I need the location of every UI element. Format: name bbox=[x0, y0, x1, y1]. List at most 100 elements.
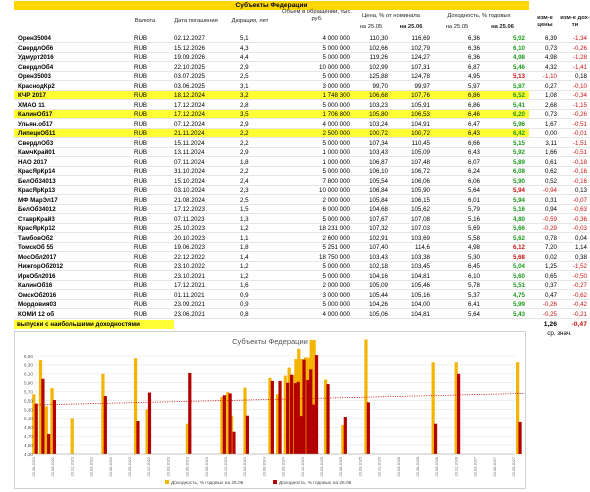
yield-may-cell: 6,45 bbox=[467, 263, 480, 270]
yield-jun-cell: 6,20 bbox=[512, 111, 525, 118]
header-currency: Валюта bbox=[134, 18, 156, 24]
volume-cell: 2 600 000 bbox=[322, 234, 350, 242]
price-jun-cell: 104,00 bbox=[411, 301, 430, 308]
average-box: 1,26 -0,47 ср. знач. bbox=[529, 320, 590, 338]
bond-name: СвердлОб3 bbox=[18, 139, 54, 147]
maturity-cell: 23.09.2021 bbox=[174, 301, 205, 308]
bond-name: Удмурт2016 bbox=[18, 54, 54, 61]
y-tick-label: 5,70 bbox=[24, 389, 33, 394]
change-row: 3,11 -1,51 bbox=[529, 139, 590, 148]
maturity-cell: 31.10.2024 bbox=[174, 168, 205, 175]
table-row: Орен35004 RUB 02.12.2027 5,1 4 000 000 110,30… bbox=[14, 34, 529, 44]
price-change-cell: -0,59 bbox=[542, 215, 557, 223]
bar-yield-jun bbox=[222, 395, 226, 454]
bar-yield-jun bbox=[228, 393, 232, 454]
yield-jun-cell: 5,43 bbox=[512, 310, 525, 318]
price-may-cell: 105,06 bbox=[369, 310, 388, 318]
x-tick-label: 23.06.2022 bbox=[108, 457, 113, 476]
duration-cell: 1,2 bbox=[240, 272, 249, 280]
price-change-cell: 0,73 bbox=[544, 111, 557, 118]
change-row: -0,26 -0,42 bbox=[529, 300, 590, 310]
price-change-cell: 0,02 bbox=[544, 253, 557, 261]
maturity-cell: 19.09.2026 bbox=[174, 54, 205, 61]
header-yield-d1: на 25.05 bbox=[445, 24, 469, 30]
yield-change-cell: -0,51 bbox=[572, 149, 587, 156]
table-row: МФ МарЭл17 RUB 21.08.2024 2,5 2 000 000 105,8… bbox=[14, 196, 529, 205]
table-row: МосОбл2017 RUB 22.12.2022 1,4 18 750 000 103,… bbox=[14, 253, 529, 262]
price-change-cell: 0,27 bbox=[544, 82, 557, 90]
price-may-cell: 106,68 bbox=[369, 92, 388, 99]
duration-cell: 2,9 bbox=[240, 120, 249, 128]
footer-legend-label: выпуски с наибольшими доходностями bbox=[14, 320, 174, 329]
yield-jun-cell: 5,99 bbox=[512, 301, 525, 308]
duration-cell: 1,3 bbox=[240, 215, 249, 223]
yield-change-cell: -0,42 bbox=[572, 301, 587, 308]
currency-cell: RUB bbox=[134, 168, 148, 175]
duration-cell: 3,2 bbox=[240, 92, 249, 99]
volume-cell: 18 231 000 bbox=[319, 225, 350, 232]
table-row: СтаврКрай3 RUB 07.11.2023 1,3 5 000 000 107,6… bbox=[14, 215, 529, 224]
header-chg-price: изм-е цены bbox=[537, 14, 553, 28]
bond-name: КОМИ 12 об bbox=[18, 310, 55, 318]
table-row: КраснодКр2 RUB 03.06.2025 3,1 3 000 000 99,70… bbox=[14, 82, 529, 91]
change-row: 1,67 -0,51 bbox=[529, 120, 590, 129]
bond-name: МФ МарЭл17 bbox=[18, 196, 58, 204]
table-row: КалинОб16 RUB 17.12.2021 1,6 2 000 000 105,09… bbox=[14, 281, 529, 291]
volume-cell: 18 750 000 bbox=[319, 253, 350, 261]
table-row: ИркОбл2016 RUB 23.10.2021 1,2 5 000 000 104,1… bbox=[14, 272, 529, 281]
volume-cell: 2 500 000 bbox=[322, 130, 350, 137]
volume-cell: 5 000 000 bbox=[322, 139, 350, 147]
price-jun-cell: 104,81 bbox=[411, 272, 430, 280]
volume-cell: 2 000 000 bbox=[322, 282, 350, 289]
price-change-cell: 1,25 bbox=[544, 263, 557, 270]
price-change-cell: 2,68 bbox=[544, 101, 557, 109]
yield-jun-cell: 5,96 bbox=[512, 120, 525, 128]
table-row: КОМИ 12 об RUB 23.06.2021 0,8 4 000 000 105,0… bbox=[14, 310, 529, 319]
y-tick-label: 4,70 bbox=[24, 434, 33, 439]
currency-cell: RUB bbox=[134, 301, 148, 308]
yield-change-cell: -0,21 bbox=[572, 310, 587, 318]
price-jun-cell: 104,81 bbox=[411, 310, 430, 318]
x-tick-label: 23.03.2025 bbox=[319, 457, 324, 476]
currency-cell: RUB bbox=[134, 263, 148, 270]
price-jun-cell: 105,46 bbox=[411, 282, 430, 289]
bond-name: СтаврКрай3 bbox=[18, 215, 55, 223]
price-may-cell: 105,84 bbox=[369, 196, 388, 204]
yield-jun-cell: 6,52 bbox=[512, 92, 525, 99]
duration-cell: 2,9 bbox=[240, 63, 249, 71]
maturity-cell: 07.11.2023 bbox=[174, 215, 205, 223]
price-may-cell: 103,43 bbox=[369, 149, 388, 156]
yield-jun-cell: 5,16 bbox=[512, 206, 525, 213]
price-may-cell: 105,44 bbox=[369, 291, 388, 299]
change-row: 7,20 1,14 bbox=[529, 243, 590, 253]
currency-cell: RUB bbox=[134, 225, 148, 232]
yield-jun-cell: 5,15 bbox=[512, 139, 525, 147]
yield-may-cell: 6,10 bbox=[467, 272, 480, 280]
price-change-cell: 3,11 bbox=[545, 139, 557, 147]
x-tick-label: 23.09.2025 bbox=[357, 457, 362, 476]
currency-cell: RUB bbox=[134, 139, 148, 147]
duration-cell: 1,4 bbox=[240, 253, 249, 261]
currency-cell: RUB bbox=[134, 149, 148, 156]
bar-yield-jun bbox=[286, 382, 290, 454]
x-tick-label: 23.12.2023 bbox=[223, 457, 228, 476]
x-tick-label: 23.06.2026 bbox=[415, 457, 420, 476]
bond-name: КалинОб16 bbox=[18, 282, 53, 289]
currency-cell: RUB bbox=[134, 73, 148, 80]
yield-may-cell: 5,64 bbox=[467, 187, 480, 194]
header-price: Цена, % от номинала bbox=[362, 12, 420, 19]
price-change-cell: -0,26 bbox=[542, 301, 557, 308]
yield-may-cell: 6,36 bbox=[467, 44, 480, 52]
bar-yield-jun bbox=[147, 392, 152, 454]
bar-yield-jun bbox=[457, 373, 461, 454]
duration-cell: 2,9 bbox=[240, 149, 249, 156]
table-row: ТамбовОб2 RUB 20.10.2023 1,1 2 600 000 102,91… bbox=[14, 234, 529, 243]
change-row: 0,27 -0,10 bbox=[529, 82, 590, 91]
price-change-cell: 0,31 bbox=[544, 196, 557, 204]
price-change-cell: 1,67 bbox=[544, 120, 557, 128]
price-may-cell: 102,91 bbox=[369, 234, 388, 242]
currency-cell: RUB bbox=[134, 158, 148, 166]
bond-name: КЧР 2017 bbox=[18, 92, 46, 99]
yield-jun-cell: 4,75 bbox=[512, 291, 525, 299]
header-chg-yield: изм-е дох-ти bbox=[560, 14, 590, 28]
